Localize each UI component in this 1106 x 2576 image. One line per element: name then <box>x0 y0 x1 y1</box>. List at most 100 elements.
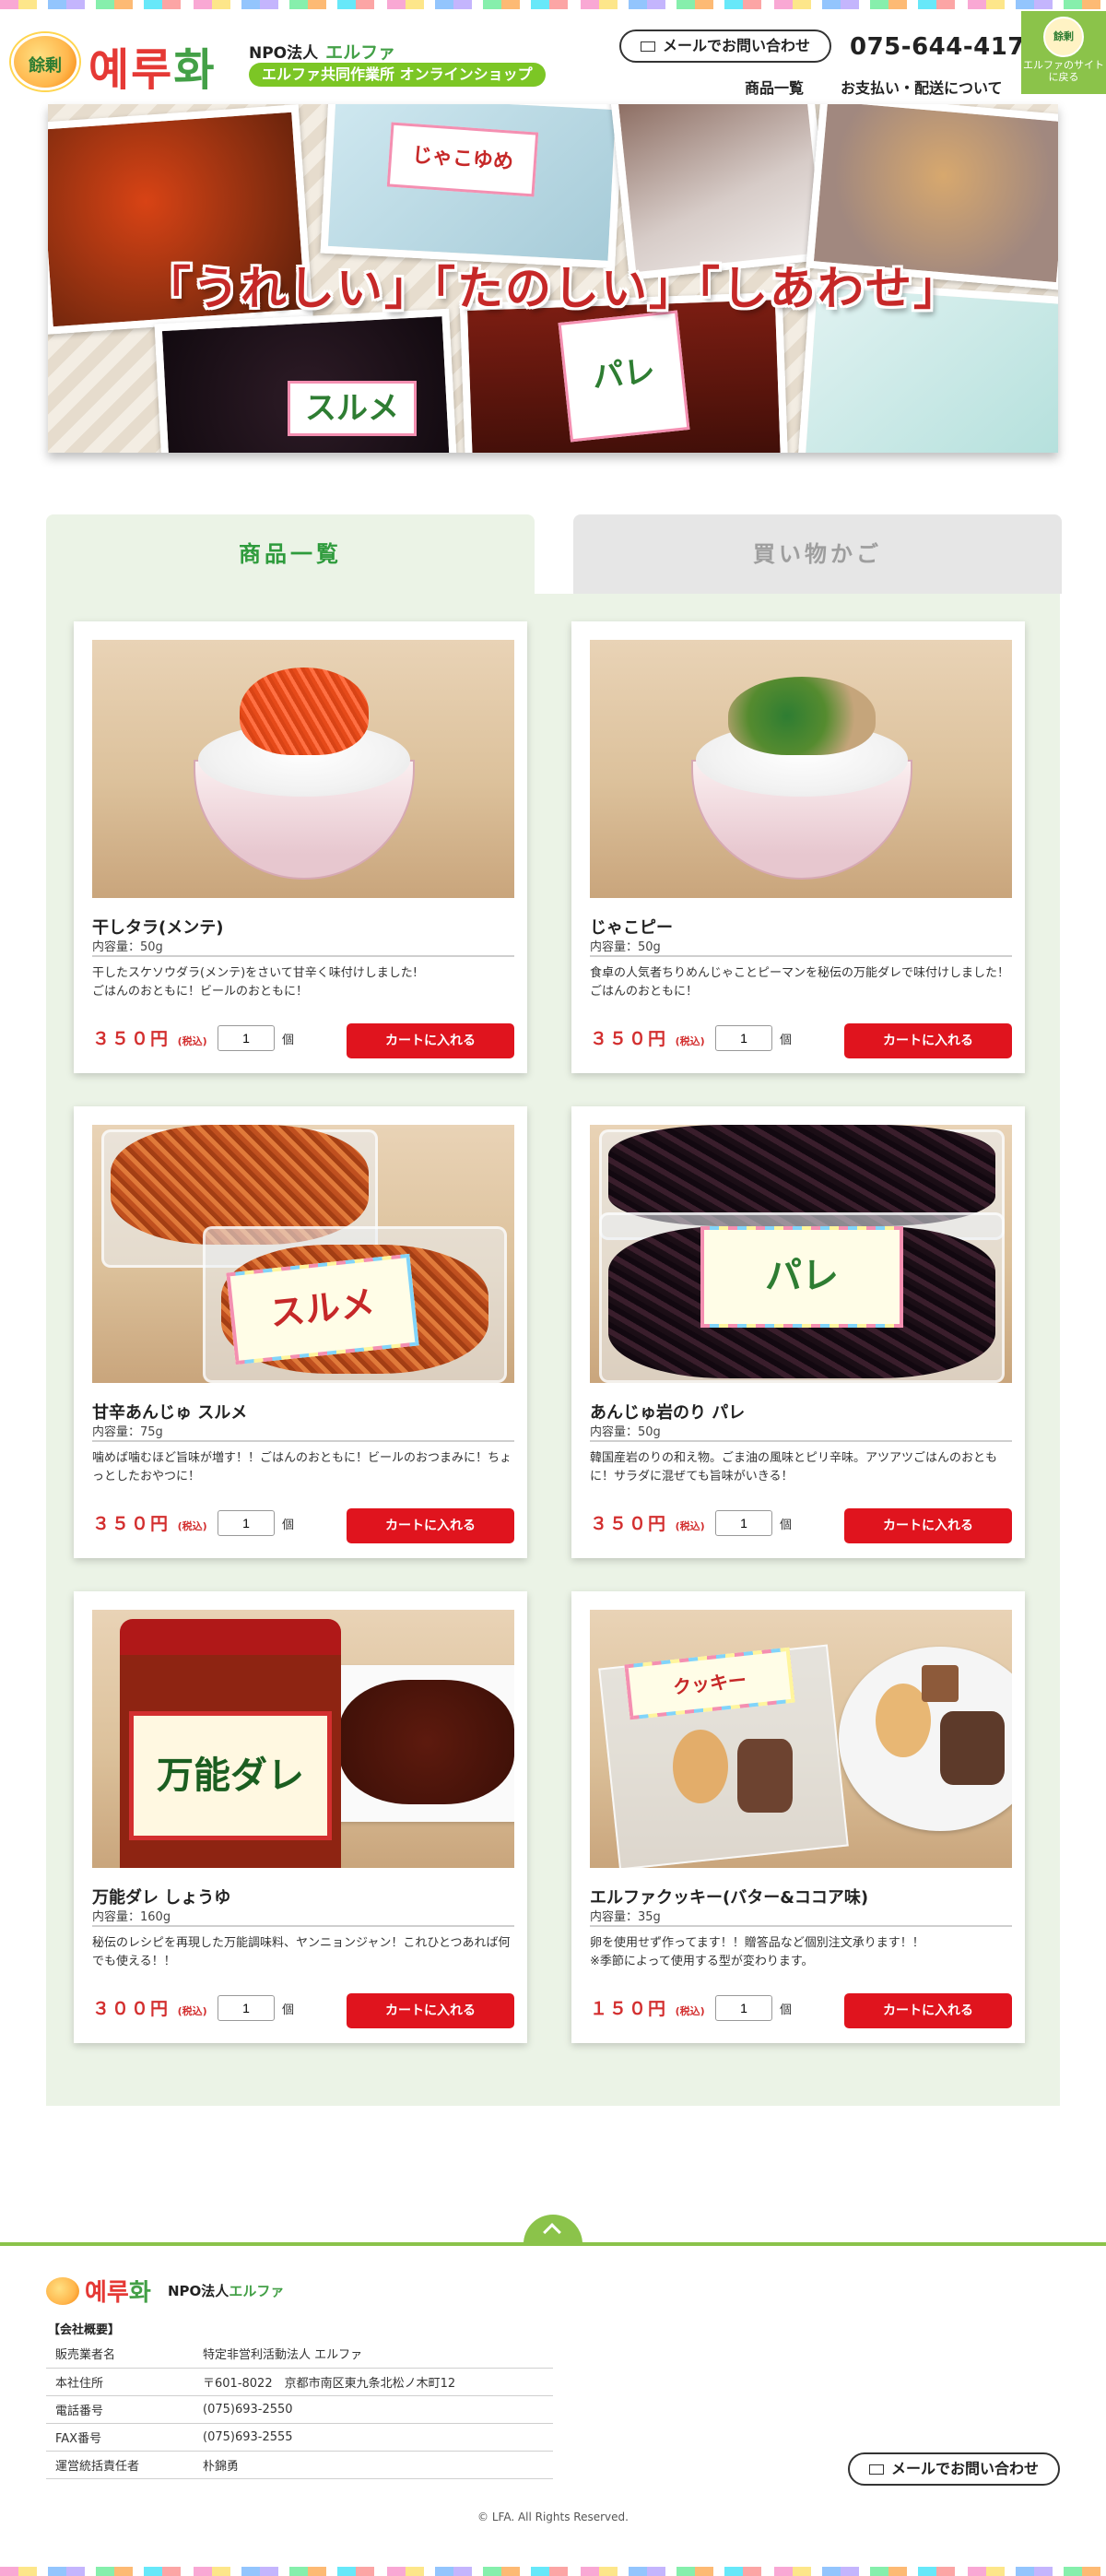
quantity-unit: 個 <box>780 1518 793 1532</box>
quantity-input[interactable] <box>715 1995 772 2021</box>
logo-mark[interactable]: 餘剰 <box>11 33 79 90</box>
add-to-cart-button[interactable]: カートに入れる <box>347 1023 514 1058</box>
logo-text-green: 화 <box>173 44 217 96</box>
copyright: © LFA. All Rights Reserved. <box>477 2511 629 2523</box>
add-to-cart-button[interactable]: カートに入れる <box>347 1993 514 2028</box>
tax-label: (税込) <box>177 2005 207 2017</box>
footer-mail-contact-label: メールでお問い合わせ <box>890 2460 1039 2477</box>
add-to-cart-button[interactable]: カートに入れる <box>347 1508 514 1543</box>
page-top-button[interactable] <box>524 2215 582 2244</box>
quantity-input[interactable] <box>218 1995 275 2021</box>
tax-label: (税込) <box>177 1035 207 1047</box>
footer-npo-name: NPO法人エルファ <box>168 2281 284 2300</box>
product-sticker: パレ <box>700 1226 903 1328</box>
product-image[interactable]: 万能ダレ <box>92 1610 514 1868</box>
quantity-input[interactable] <box>715 1510 772 1536</box>
table-row: 運営統括責任者 朴錦勇 <box>46 2451 553 2479</box>
product-card: 万能ダレ 万能ダレ しょうゆ 内容量：160g 秘伝のレシピを再現した万能調味料… <box>74 1591 527 2043</box>
phone-number[interactable]: 075-644-4177 <box>850 33 1042 61</box>
info-value: 特定非営利活動法人 エルファ <box>194 2340 553 2369</box>
npo-name: NPO法人 エルファ <box>249 39 395 64</box>
product-image[interactable]: パレ <box>590 1125 1012 1383</box>
footer-mail-contact-button[interactable]: メールでお問い合わせ <box>848 2452 1060 2486</box>
price-value: １５０円 <box>590 1999 668 2019</box>
product-capacity: 内容量：75g <box>92 1425 163 1439</box>
hero-label-pare: パレ <box>558 310 690 443</box>
footer-logo-text-red: 예루 <box>85 2279 129 2307</box>
product-price: ３５０円 (税込) <box>590 1025 705 1050</box>
info-key: 本社住所 <box>46 2368 194 2396</box>
quantity-input[interactable] <box>715 1025 772 1051</box>
shop-badge: エルファ共同作業所 オンラインショップ <box>249 63 546 87</box>
mail-contact-button[interactable]: メールでお問い合わせ <box>619 30 831 63</box>
product-price: ３５０円 (税込) <box>92 1025 207 1050</box>
back-to-site-button[interactable]: 餘剰 エルファのサイトに戻る <box>1021 11 1106 94</box>
product-description: 噛めば噛むほど旨味が増す！！ごはんのおともに！ビールのおつまみに！ちょっとしたお… <box>92 1451 512 1483</box>
product-price: ３００円 (税込) <box>92 1995 207 2020</box>
product-image[interactable] <box>590 640 1012 898</box>
nav-product-list[interactable]: 商品一覧 <box>745 76 804 98</box>
site-header: 餘剰 예루화 NPO法人 エルファ エルファ共同作業所 オンラインショップ メール… <box>0 9 1106 104</box>
footer-divider <box>0 2242 1106 2246</box>
table-row: 本社住所 〒601-8022 京都市南区東九条北松ノ木町12 <box>46 2368 553 2396</box>
quantity-input[interactable] <box>218 1510 275 1536</box>
quantity-unit: 個 <box>282 1518 295 1532</box>
product-price: ３５０円 (税込) <box>590 1510 705 1535</box>
tax-label: (税込) <box>675 1035 705 1047</box>
hero-label-surume: スルメ <box>288 381 417 436</box>
hero-banner: じゃこゆめ パレ スルメ 「うれしい」「たのしい」「しあわせ」 <box>48 104 1058 453</box>
tab-product-list[interactable]: 商品一覧 <box>46 514 535 603</box>
product-card: じゃこピー 内容量：50g 食卓の人気者ちりめんじゃことピーマンを秘伝の万能ダレ… <box>571 621 1025 1073</box>
product-price: ３５０円 (税込) <box>92 1510 207 1535</box>
price-value: ３５０円 <box>92 1029 171 1049</box>
site-logo[interactable]: 예루화 <box>88 33 217 98</box>
product-image[interactable] <box>92 640 514 898</box>
quantity-unit: 個 <box>282 1034 295 1047</box>
product-capacity: 内容量：160g <box>92 1910 171 1924</box>
divider <box>590 955 1012 957</box>
site-back-logo-icon: 餘剰 <box>1043 17 1084 57</box>
product-name: 甘辛あんじゅ スルメ <box>92 1403 248 1423</box>
product-description: 卵を使用せず作ってます！！贈答品など個別注文承ります！！ ※季節によって使用する… <box>590 1936 924 1968</box>
quantity-input[interactable] <box>218 1025 275 1051</box>
product-capacity: 内容量：50g <box>590 940 661 954</box>
envelope-icon <box>868 2464 884 2475</box>
quantity-unit: 個 <box>780 1034 793 1047</box>
chevron-up-icon <box>543 2223 561 2241</box>
product-sticker: スルメ <box>226 1253 419 1365</box>
divider <box>92 1440 514 1442</box>
quantity-unit: 個 <box>780 2003 793 2017</box>
info-value: 朴錦勇 <box>194 2451 553 2479</box>
price-value: ３５０円 <box>590 1029 668 1049</box>
product-sticker: 万能ダレ <box>129 1711 332 1840</box>
product-capacity: 内容量：50g <box>92 940 163 954</box>
company-info-table: 販売業者名 特定非営利活動法人 エルファ 本社住所 〒601-8022 京都市南区東… <box>46 2340 553 2479</box>
envelope-icon <box>640 41 655 52</box>
table-row: FAX番号 (075)693-2555 <box>46 2423 553 2452</box>
footer-npo-prefix: NPO法人 <box>168 2283 229 2299</box>
info-key: FAX番号 <box>46 2423 194 2452</box>
product-image[interactable]: クッキー <box>590 1610 1012 1868</box>
add-to-cart-button[interactable]: カートに入れる <box>844 1023 1012 1058</box>
product-name: 干しタラ(メンテ) <box>92 918 224 938</box>
product-description: 食卓の人気者ちりめんじゃことピーマンを秘伝の万能ダレで味付けしました！ごはんのお… <box>590 966 1010 998</box>
product-card: パレ あんじゅ岩のり パレ 内容量：50g 韓国産岩のりの和え物。ごま油の風味と… <box>571 1106 1025 1558</box>
info-value: (075)693-2555 <box>194 2423 553 2452</box>
tab-shopping-cart[interactable]: 買い物かご <box>573 514 1062 594</box>
company-info-heading: 【会社概要】 <box>48 2323 121 2337</box>
product-name: あんじゅ岩のり パレ <box>590 1403 746 1423</box>
price-value: ３００円 <box>92 1999 171 2019</box>
footer-npo-name-text: エルファ <box>229 2283 285 2299</box>
tax-label: (税込) <box>675 2005 705 2017</box>
info-value: 〒601-8022 京都市南区東九条北松ノ木町12 <box>194 2368 553 2396</box>
quantity-unit: 個 <box>282 2003 295 2017</box>
add-to-cart-button[interactable]: カートに入れる <box>844 1993 1012 2028</box>
product-capacity: 内容量：35g <box>590 1910 661 1924</box>
add-to-cart-button[interactable]: カートに入れる <box>844 1508 1012 1543</box>
product-image[interactable]: スルメ <box>92 1125 514 1383</box>
product-name: じゃこピー <box>590 918 673 938</box>
nav-payment-shipping[interactable]: お支払い・配送について <box>841 76 1003 98</box>
product-name: エルファクッキー(バター&ココア味) <box>590 1888 869 1908</box>
decorative-top-strip <box>0 0 1106 9</box>
hero-catchcopy: 「うれしい」「たのしい」「しあわせ」 <box>145 262 961 315</box>
